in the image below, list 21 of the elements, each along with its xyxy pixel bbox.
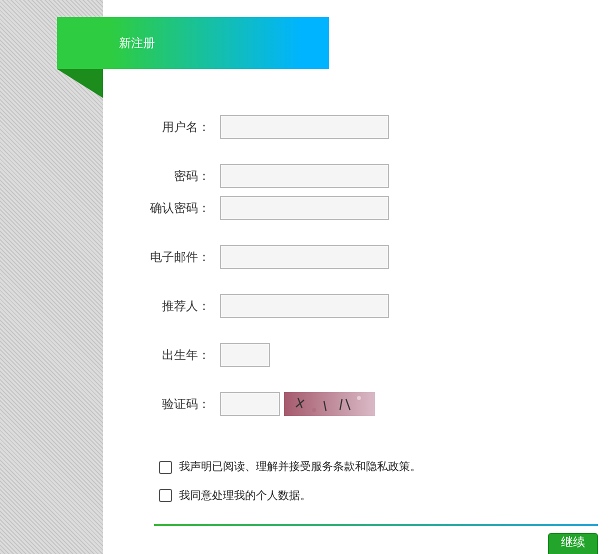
year-field[interactable] [220, 343, 270, 367]
ribbon-fold-icon [57, 69, 103, 98]
checkbox[interactable] [159, 489, 172, 502]
field-label: 推荐人： [161, 298, 210, 315]
field-label: 确认密码： [149, 200, 210, 217]
field-label: 验证码： [161, 396, 210, 413]
text-field[interactable] [220, 115, 389, 139]
text-field[interactable] [220, 245, 389, 269]
captcha-field[interactable] [220, 392, 280, 416]
page-title: 新注册 [119, 35, 155, 52]
text-field[interactable] [220, 164, 389, 188]
field-label: 出生年： [161, 347, 210, 364]
agreement-text: 我同意处理我的个人数据。 [179, 488, 311, 504]
agreement-text: 我声明已阅读、理解并接受服务条款和隐私政策。 [179, 459, 421, 475]
field-label: 用户名： [161, 119, 210, 136]
field-label: 电子邮件： [149, 249, 210, 266]
text-field[interactable] [220, 196, 389, 220]
checkbox[interactable] [159, 460, 172, 474]
field-label: 密码： [173, 168, 210, 185]
continue-button[interactable]: 继续 [548, 533, 598, 554]
text-field[interactable] [220, 294, 389, 318]
